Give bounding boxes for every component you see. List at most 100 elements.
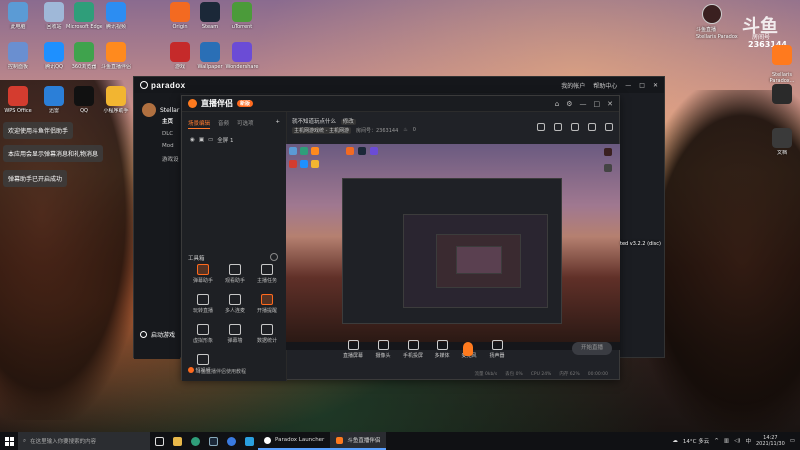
tool-item[interactable]: 主播任务 [252,264,282,284]
weather-icon[interactable]: ☁ [672,438,678,444]
file-explorer-icon[interactable] [168,432,186,450]
desktop-icon[interactable] [764,84,800,106]
ime-icon[interactable]: 中 [745,437,751,445]
desktop-icon[interactable]: 文档 [764,128,800,156]
desktop-icon[interactable]: Wondershare [224,42,260,70]
tool-item[interactable]: 虚拟形象 [188,324,218,344]
desktop-icon[interactable]: 腾讯视频 [98,2,134,30]
desktop-icon[interactable]: Steam [192,2,228,30]
chevron-up-icon[interactable]: ^ [714,438,719,444]
app-icon [74,2,94,22]
tool-item[interactable]: 弹幕助手 [188,264,218,284]
network-icon[interactable]: ▥ [724,438,729,444]
tool-label: 弹幕墙 [227,338,243,344]
stream-preview[interactable] [286,144,620,350]
search-box[interactable]: ⌕ 在这里输入你要搜索的内容 [18,432,150,450]
start-button[interactable] [0,432,18,450]
weather-text[interactable]: 14°C 多云 [683,437,709,445]
lock-icon[interactable]: ▣ [199,137,204,143]
control-button[interactable]: 直播屏幕 [336,340,370,359]
app-icon [44,42,64,62]
start-live-button[interactable]: 开始直播 [572,342,612,355]
steam-icon[interactable] [204,432,222,450]
minimize-icon[interactable]: — [625,82,631,89]
notification-icon[interactable]: ▭ [790,438,795,444]
settings-icon[interactable]: ⚙ [566,100,572,108]
paradox-menu-dlc[interactable]: DLC [162,131,180,137]
desktop-icon-label: 小程序助手 [103,108,129,114]
settings-icon[interactable] [605,123,613,131]
help-link[interactable]: 斗鱼直播伴侣使用教程 [188,367,246,375]
toolbox-collapse-icon[interactable] [270,253,278,261]
preview-icon [311,160,319,168]
close-icon[interactable]: ✕ [607,100,613,108]
paradox-user[interactable]: Stellar [142,103,179,117]
paradox-account-link[interactable]: 我的帐户 [561,81,585,90]
clock[interactable]: 14:27 2021/11/30 [756,435,785,447]
bell-icon[interactable] [588,123,596,131]
preview-icon [604,164,612,172]
desktop-icon[interactable]: uTorrent [224,2,260,30]
tool-item[interactable]: 观看助手 [220,264,250,284]
paradox-menu-settings[interactable]: 游戏设 [162,155,180,163]
maximize-icon[interactable]: □ [594,100,601,108]
preview-icon [300,160,308,168]
desktop-icon[interactable]: QQ [66,86,102,114]
ps-icon[interactable] [240,432,258,450]
category-button[interactable]: 主机网游戏统 - 主机网游 [292,127,351,134]
scene-item[interactable]: ◉ ▣ ▭ 全屏 1 [182,133,286,147]
tool-item[interactable]: 开播提醒 [252,294,282,314]
edit-title-button[interactable]: 修改 [340,119,356,125]
tab-options[interactable]: 可选项 [237,119,254,129]
preview-icon [370,147,378,155]
room-meta: 主机网游戏统 - 主机网游 房间号：2363144 ♨ 0 [292,127,416,134]
desktop-icon[interactable]: Microsoft Edge [66,2,102,30]
share-icon[interactable] [571,123,579,131]
lock-icon[interactable] [554,123,562,131]
tool-item[interactable]: 数据统计 [252,324,282,344]
gift-icon[interactable]: ⌂ [555,100,559,108]
control-icon [407,340,419,350]
desktop-icon[interactable]: Wallpaper [192,42,228,70]
search-icon: ⌕ [23,437,27,444]
app-icon [106,86,126,106]
desktop-icon-label: 360浏览器 [71,64,97,70]
desktop-icon[interactable]: 360浏览器 [66,42,102,70]
paradox-launch[interactable]: 启动游戏 [140,330,175,339]
tool-label: 数据统计 [256,338,277,344]
control-button[interactable]: 扬声器 [480,340,514,359]
volume-icon[interactable]: ◁) [734,438,740,444]
taskbar-app-paradox[interactable]: Paradox Launcher [258,432,331,450]
desktop-icon[interactable]: WPS Office [0,86,36,114]
tool-icon [261,264,273,275]
window-icon[interactable] [537,123,545,131]
desktop-icon[interactable]: 此电脑 [0,2,36,30]
taskbar: ⌕ 在这里输入你要搜索的内容 Paradox Launcher 斗鱼直播伴侣 ☁… [0,432,800,450]
paradox-menu-mod[interactable]: Mod [162,143,180,149]
app-icon [232,2,252,22]
desktop-icon[interactable]: 斗鱼直播伴侣 [98,42,134,70]
tool-item[interactable]: 弹幕墙 [220,324,250,344]
paradox-menu-home[interactable]: 主页 [162,117,180,125]
taskbar-app-douyu[interactable]: 斗鱼直播伴侣 [330,432,387,450]
desktop-icon[interactable] [764,45,800,67]
tool-item[interactable]: 多人连麦 [220,294,250,314]
close-icon[interactable]: ✕ [653,82,658,89]
chrome-icon[interactable] [222,432,240,450]
tab-scene[interactable]: 场景编辑 [188,119,211,129]
desktop-icon[interactable]: 控制面板 [0,42,36,70]
desktop-icon[interactable]: 小程序助手 [98,86,134,114]
task-view-icon[interactable] [150,432,168,450]
maximize-icon[interactable]: □ [639,82,645,89]
microphone-icon[interactable] [463,342,473,356]
right-desktop-text-2: ted v3.2.2 (disc) [620,241,661,247]
edge-icon[interactable] [186,432,204,450]
avatar[interactable] [702,4,722,24]
minimize-icon[interactable]: — [580,100,587,108]
eye-icon[interactable]: ◉ [190,137,195,143]
control-button[interactable]: 摄像头 [366,340,400,359]
add-scene-icon[interactable]: + [275,119,280,129]
paradox-help-link[interactable]: 帮助中心 [593,81,617,90]
tab-audio[interactable]: 音频 [218,119,229,129]
tool-item[interactable]: 玩转直播 [188,294,218,314]
